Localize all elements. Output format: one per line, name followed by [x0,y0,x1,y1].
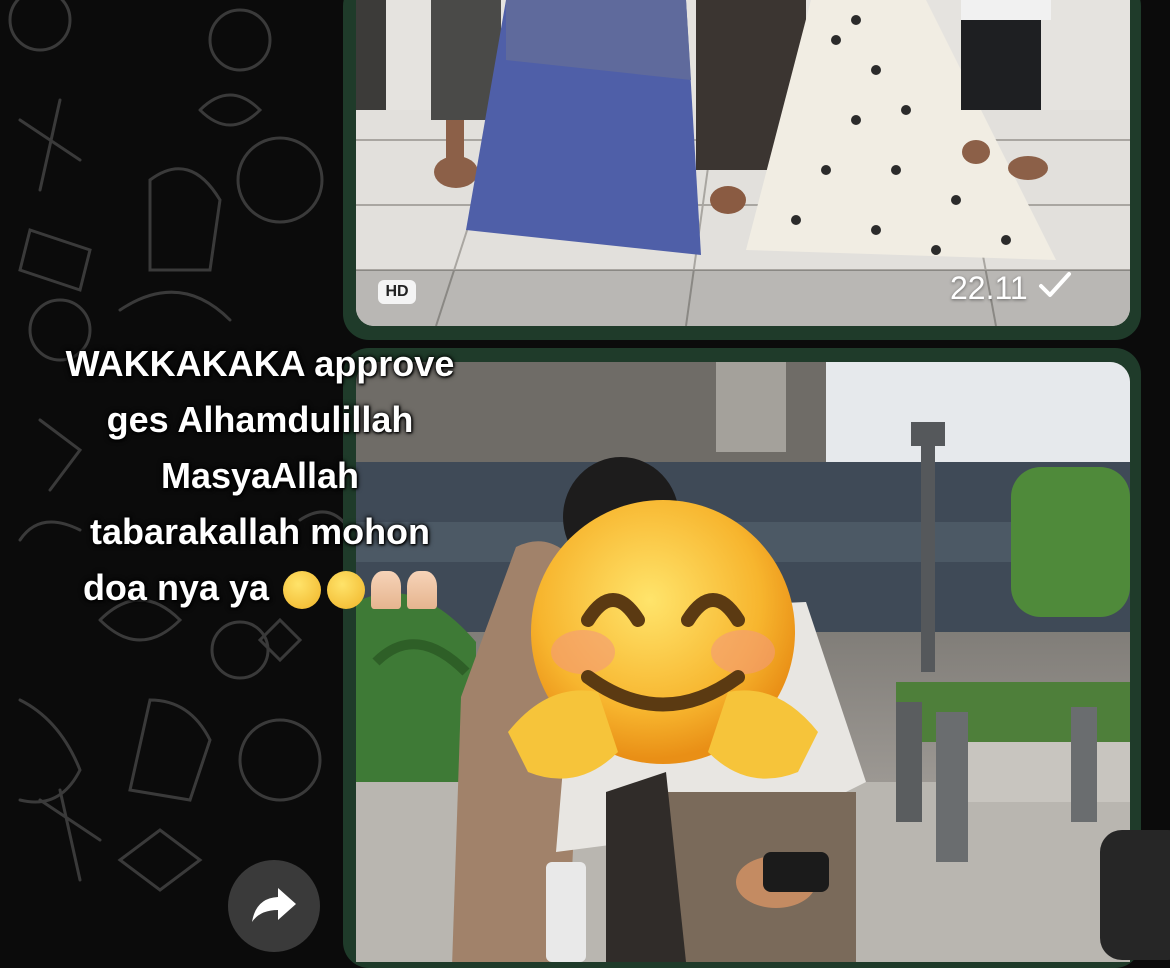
smiling-face-emoji [508,500,818,779]
forward-icon [250,884,298,929]
folded-hands-emoji [371,571,402,610]
caption-line: tabarakallah mohon [89,511,431,552]
rolling-laughing-emoji [283,571,322,610]
caption-line: WAKKAKAKA approve [65,343,455,384]
forward-button[interactable] [228,860,320,952]
photo-caption-overlay: WAKKAKAKA approve ges Alhamdulillah Masy… [20,336,500,616]
caption-line: MasyaAllah [160,455,360,496]
check-icon [1038,270,1072,307]
caption-line: ges Alhamdulillah [106,399,414,440]
emoji-group [283,571,438,610]
rolling-laughing-emoji [327,571,366,610]
caption-line: doa nya ya [82,567,270,608]
message-time: 22.11 [950,270,1028,306]
caption-line-emoji: doa nya ya [20,560,500,616]
message-meta: 22.11 [950,270,1072,307]
folded-hands-emoji [407,571,438,610]
side-bubble-edge [1100,830,1170,960]
hd-badge: HD [378,280,416,304]
